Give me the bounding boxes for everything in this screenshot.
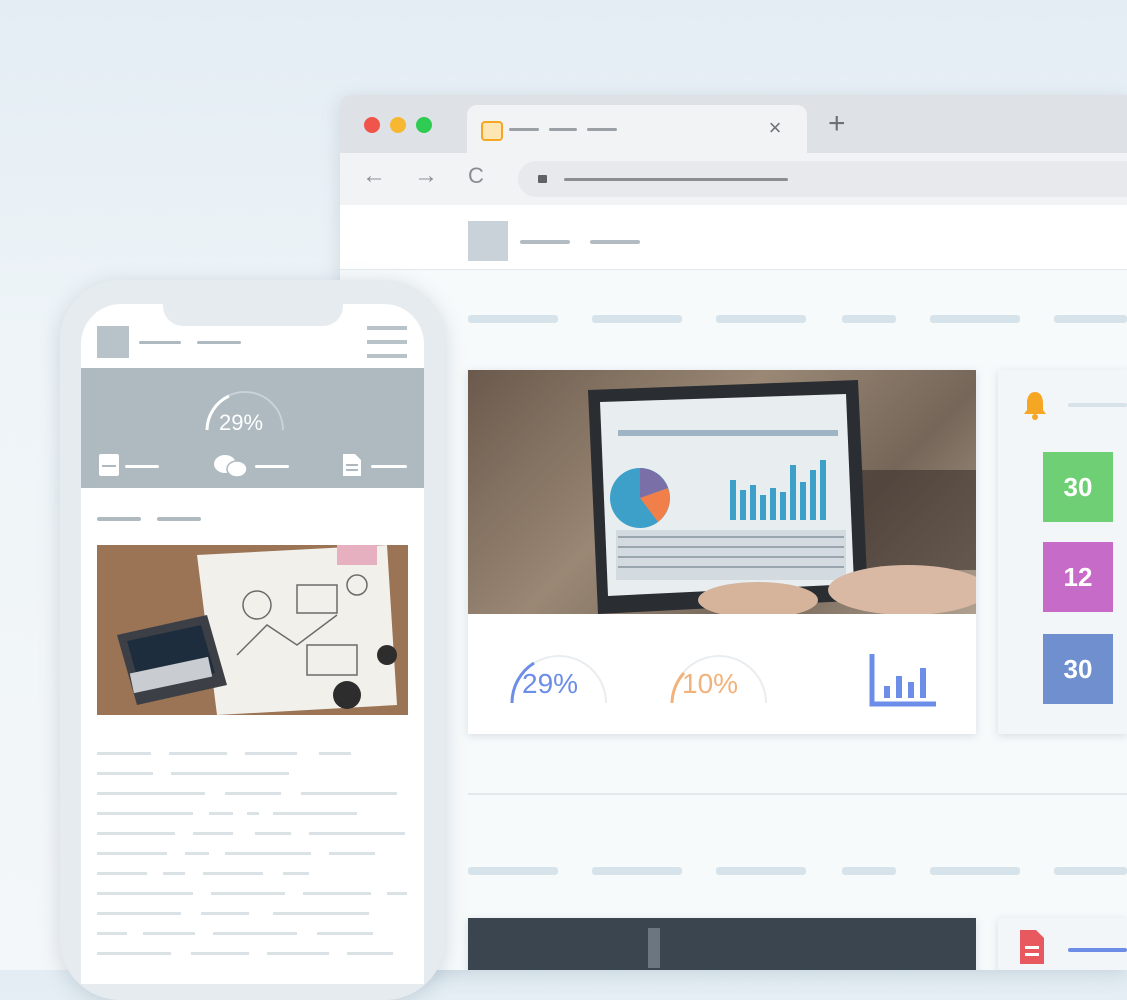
mobile-stat-placeholder xyxy=(125,465,159,468)
article-card-image[interactable] xyxy=(468,918,976,970)
site-logo[interactable] xyxy=(468,221,508,261)
document-title-placeholder xyxy=(1068,948,1127,952)
nav-link-placeholder[interactable] xyxy=(716,867,806,875)
favicon-icon xyxy=(481,121,503,141)
hamburger-menu-icon[interactable] xyxy=(367,324,407,365)
gauge-primary-value: 29% xyxy=(522,668,579,699)
document-icon[interactable] xyxy=(1020,930,1044,969)
phone-notch xyxy=(163,304,343,326)
document-icon[interactable] xyxy=(343,454,361,481)
mobile-title-placeholder xyxy=(197,341,241,344)
browser-titlebar: × + xyxy=(340,95,1127,153)
mobile-stats-banner: 29% xyxy=(81,368,424,488)
browser-tab[interactable]: × xyxy=(467,105,807,153)
stat-tile-green[interactable]: 30 xyxy=(1043,452,1113,522)
nav-link-placeholder[interactable] xyxy=(842,315,896,323)
mobile-section-title-placeholder xyxy=(157,517,201,521)
mobile-title-placeholder xyxy=(139,341,181,344)
analytics-card: 29% 10% xyxy=(468,370,976,734)
nav-link-placeholder[interactable] xyxy=(1054,867,1127,875)
stat-tile-magenta[interactable]: 12 xyxy=(1043,542,1113,612)
url-placeholder xyxy=(564,178,788,181)
nav-link-placeholder[interactable] xyxy=(842,867,896,875)
minimize-window-button[interactable] xyxy=(390,117,406,133)
photo-detail xyxy=(648,928,660,968)
photo-illustration xyxy=(468,370,976,614)
browser-toolbar: ← → C xyxy=(340,153,1127,205)
nav-link-placeholder[interactable] xyxy=(592,315,682,323)
back-button[interactable]: ← xyxy=(362,161,386,191)
form-icon[interactable] xyxy=(99,454,119,481)
site-title-placeholder xyxy=(520,240,570,244)
browser-window: × + ← → C 29% 10% 30 12 30 xyxy=(340,95,1127,970)
site-title-placeholder xyxy=(590,240,640,244)
nav-link-placeholder[interactable] xyxy=(468,315,558,323)
site-header xyxy=(340,205,1127,270)
tab-title-placeholder xyxy=(549,128,577,131)
gauge-secondary: 10% xyxy=(664,648,774,708)
documents-panel xyxy=(998,918,1127,970)
tab-close-icon[interactable]: × xyxy=(763,115,787,141)
section-divider xyxy=(468,793,1127,795)
nav-link-placeholder[interactable] xyxy=(930,867,1020,875)
mobile-device: 29% xyxy=(60,280,445,1000)
workspace-photo[interactable] xyxy=(97,545,408,715)
tab-title-placeholder xyxy=(509,128,539,131)
mobile-section-title-placeholder xyxy=(97,517,141,521)
mobile-stat-placeholder xyxy=(255,465,289,468)
stat-tile-blue[interactable]: 30 xyxy=(1043,634,1113,704)
nav-link-placeholder[interactable] xyxy=(592,867,682,875)
lock-icon xyxy=(538,175,547,183)
forward-button[interactable]: → xyxy=(414,161,438,191)
tab-title-placeholder xyxy=(587,128,617,131)
gauge-primary: 29% xyxy=(504,648,614,708)
nav-link-placeholder[interactable] xyxy=(716,315,806,323)
nav-link-placeholder[interactable] xyxy=(1054,315,1127,323)
notifications-panel: 30 12 30 xyxy=(998,370,1127,734)
mobile-screen: 29% xyxy=(81,304,424,984)
panel-title-placeholder xyxy=(1068,403,1127,407)
text-lines-placeholder xyxy=(97,752,407,955)
nav-link-placeholder[interactable] xyxy=(930,315,1020,323)
maximize-window-button[interactable] xyxy=(416,117,432,133)
mobile-stat-placeholder xyxy=(371,465,407,468)
bell-icon[interactable] xyxy=(1022,390,1048,425)
laptop-analytics-photo xyxy=(468,370,976,614)
mobile-gauge-value: 29% xyxy=(219,410,264,435)
new-tab-button[interactable]: + xyxy=(828,109,846,139)
gauge-secondary-value: 10% xyxy=(682,668,739,699)
mobile-logo[interactable] xyxy=(97,326,129,358)
address-bar[interactable] xyxy=(518,161,1127,197)
reload-button[interactable]: C xyxy=(468,161,484,191)
photo-illustration xyxy=(97,545,408,715)
page-content: 29% 10% 30 12 30 xyxy=(340,270,1127,970)
chat-icon[interactable] xyxy=(213,454,248,483)
mobile-article-text xyxy=(97,752,408,984)
nav-link-placeholder[interactable] xyxy=(468,867,558,875)
close-window-button[interactable] xyxy=(364,117,380,133)
bar-chart-icon[interactable] xyxy=(868,652,938,715)
